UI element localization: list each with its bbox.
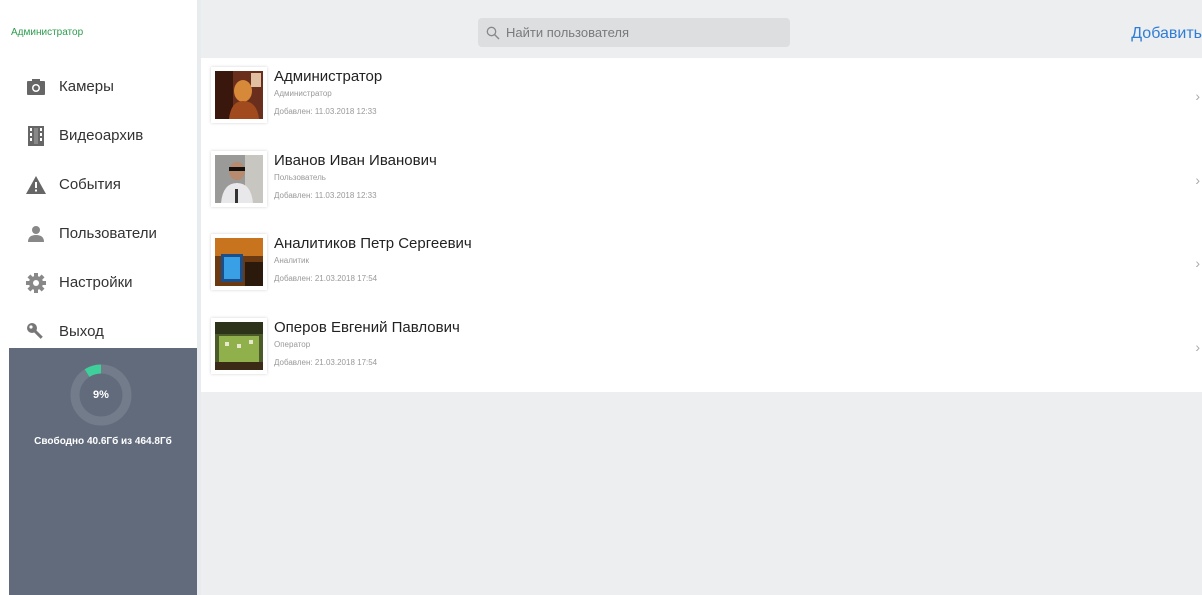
- chevron-right-icon: ›: [1195, 88, 1200, 104]
- avatar-photo: [215, 321, 263, 370]
- user-added-date: Добавлен: 21.03.2018 17:54: [274, 357, 378, 367]
- avatar-photo: [215, 71, 263, 119]
- user-name: Иванов Иван Иванович: [274, 151, 437, 169]
- user-icon: [25, 223, 47, 245]
- topbar: Добавить: [201, 12, 1202, 56]
- storage-panel: 9% Свободно 40.6Гб из 464.8Гб: [9, 348, 197, 595]
- user-row[interactable]: Аналитиков Петр Сергеевич Аналитик Добав…: [201, 225, 1202, 309]
- nav-item-settings[interactable]: Настройки: [0, 258, 197, 307]
- storage-free-text: Свободно 40.6Гб из 464.8Гб: [34, 436, 172, 447]
- user-name: Администратор: [274, 68, 383, 85]
- user-list: Администратор Администратор Добавлен: 11…: [201, 58, 1202, 392]
- film-icon: [25, 125, 47, 147]
- gear-icon: [25, 272, 47, 294]
- nav-label: События: [59, 176, 121, 193]
- nav-label: Камеры: [59, 78, 114, 95]
- user-role: Оператор: [274, 339, 311, 349]
- add-user-button[interactable]: Добавить: [1131, 25, 1202, 43]
- user-role: Администратор: [274, 89, 332, 98]
- nav-item-events[interactable]: События: [0, 160, 197, 209]
- nav-menu: Камеры Видеоархив События Пользователи Н…: [0, 62, 197, 356]
- camera-icon: [25, 76, 47, 98]
- nav-label: Пользователи: [59, 225, 157, 242]
- chevron-right-icon: ›: [1195, 338, 1200, 355]
- avatar-photo: [215, 238, 263, 286]
- avatar: [211, 317, 267, 374]
- key-icon: [25, 321, 47, 343]
- chevron-right-icon: ›: [1195, 255, 1200, 271]
- nav-item-users[interactable]: Пользователи: [0, 209, 197, 258]
- nav-item-cameras[interactable]: Камеры: [0, 62, 197, 111]
- avatar-photo: [215, 154, 263, 203]
- nav-label: Выход: [59, 323, 104, 340]
- search-icon: [486, 26, 500, 40]
- avatar: [211, 234, 267, 290]
- nav-label: Видеоархив: [59, 127, 144, 144]
- search-input[interactable]: [506, 25, 766, 40]
- sidebar: Администратор Камеры Видеоархив События …: [0, 0, 197, 595]
- user-row[interactable]: Иванов Иван Иванович Пользователь Добавл…: [201, 142, 1202, 226]
- current-user-role: Администратор: [11, 27, 84, 38]
- avatar: [211, 67, 267, 123]
- nav-label: Настройки: [59, 274, 133, 291]
- user-row[interactable]: Администратор Администратор Добавлен: 11…: [201, 58, 1202, 142]
- user-added-date: Добавлен: 21.03.2018 17:54: [274, 274, 378, 283]
- warning-icon: [25, 174, 47, 196]
- avatar: [211, 150, 267, 207]
- user-role: Пользователь: [274, 172, 326, 182]
- search-box[interactable]: [478, 18, 790, 47]
- user-added-date: Добавлен: 11.03.2018 12:33: [274, 190, 377, 200]
- user-name: Аналитиков Петр Сергеевич: [274, 235, 472, 252]
- chevron-right-icon: ›: [1195, 171, 1200, 188]
- user-row[interactable]: Оперов Евгений Павлович Оператор Добавле…: [201, 309, 1202, 393]
- user-added-date: Добавлен: 11.03.2018 12:33: [274, 107, 377, 116]
- storage-percent: 9%: [93, 389, 109, 401]
- user-role: Аналитик: [274, 256, 309, 265]
- nav-item-video-archive[interactable]: Видеоархив: [0, 111, 197, 160]
- user-name: Оперов Евгений Павлович: [274, 318, 460, 336]
